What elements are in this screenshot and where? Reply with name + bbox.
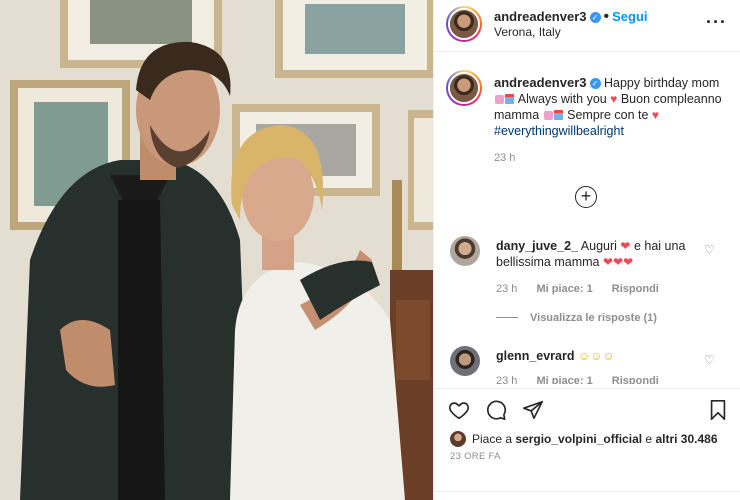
comment-2: glenn_evrard ☺☺☺ xyxy=(496,348,615,364)
post-photo[interactable] xyxy=(0,0,433,500)
caption: andreadenver3 ✓ Happy birthday mom Always… xyxy=(494,75,726,139)
birthday-cake-icon xyxy=(495,95,504,104)
post-location[interactable]: Verona, Italy xyxy=(494,25,561,39)
caption-time[interactable]: 23 h xyxy=(494,152,515,164)
author-avatar[interactable] xyxy=(446,6,482,42)
caption-part-4: Sempre con te xyxy=(567,108,649,122)
load-more-comments-icon[interactable]: + xyxy=(575,186,597,208)
comment-bubble-icon[interactable] xyxy=(485,399,507,421)
comment-reply-button[interactable]: Rispondi xyxy=(612,375,659,384)
view-replies-label: Visualizza le risposte (1) xyxy=(530,312,657,324)
save-bookmark-icon[interactable] xyxy=(707,399,729,421)
post-actions: Piace a sergio_volpini_official e altri … xyxy=(434,388,740,500)
caption-part-2: Always with you xyxy=(517,92,607,106)
gift-icon xyxy=(553,110,563,120)
separator-dot: • xyxy=(603,8,610,25)
heart-emoji-icon: ❤❤❤ xyxy=(602,255,634,269)
comment-avatar[interactable] xyxy=(450,346,480,376)
comment-avatar[interactable] xyxy=(450,236,480,266)
photo-illustration xyxy=(0,0,433,500)
verified-badge-icon: ✓ xyxy=(589,78,601,89)
heart-emoji-icon: ♥ xyxy=(651,108,660,122)
more-options-icon[interactable]: ··· xyxy=(706,12,727,33)
liked-by-username[interactable]: sergio_volpini_official xyxy=(515,432,642,446)
verified-badge-icon: ✓ xyxy=(589,12,601,23)
heart-emoji-icon: ♥ xyxy=(610,92,618,106)
add-comment-area[interactable] xyxy=(434,491,740,500)
posted-time[interactable]: 23 ORE FA xyxy=(450,451,501,462)
comment-username[interactable]: dany_juve_2_ xyxy=(496,239,578,253)
comment-time[interactable]: 23 h xyxy=(496,375,517,384)
view-replies-button[interactable]: Visualizza le risposte (1) xyxy=(496,312,657,324)
header-user-line: andreadenver3 ✓ • Segui xyxy=(494,8,648,26)
comment-time[interactable]: 23 h xyxy=(496,283,517,295)
comment-meta: 23 h Mi piace: 1 Rispondi xyxy=(496,283,659,295)
caption-avatar[interactable] xyxy=(446,70,482,106)
likes-others-count[interactable]: altri 30.486 xyxy=(655,432,717,446)
comment-username[interactable]: glenn_evrard xyxy=(496,349,575,363)
comment-like-icon[interactable]: ♡ xyxy=(704,353,715,367)
comment-1: dany_juve_2_ Auguri ❤ e hai una bellissi… xyxy=(496,238,706,270)
comment-likes[interactable]: Mi piace: 1 xyxy=(536,375,592,384)
follow-button[interactable]: Segui xyxy=(612,9,647,24)
like-heart-icon[interactable] xyxy=(448,399,470,421)
post-header: andreadenver3 ✓ • Segui Verona, Italy ··· xyxy=(434,0,740,52)
replies-divider xyxy=(496,317,518,318)
likes-conjunction: e xyxy=(645,432,653,446)
author-username[interactable]: andreadenver3 xyxy=(494,9,587,24)
post-panel: andreadenver3 ✓ • Segui Verona, Italy ··· a… xyxy=(433,0,740,500)
caption-part-1: Happy birthday mom xyxy=(603,76,720,90)
likes-prefix: Piace a xyxy=(472,432,513,446)
smile-emoji-icon: ☺☺☺ xyxy=(578,349,615,363)
gift-icon xyxy=(505,94,514,104)
share-send-icon[interactable] xyxy=(522,399,544,421)
liker-avatar[interactable] xyxy=(450,431,466,447)
comment-meta: 23 h Mi piace: 1 Rispondi xyxy=(496,375,659,384)
comment-likes[interactable]: Mi piace: 1 xyxy=(536,283,592,295)
caption-username[interactable]: andreadenver3 xyxy=(494,75,587,90)
comment-reply-button[interactable]: Rispondi xyxy=(612,283,659,295)
comment-like-icon[interactable]: ♡ xyxy=(704,243,715,257)
caption-hashtag[interactable]: #everythingwillbealright xyxy=(494,124,624,138)
likes-summary: Piace a sergio_volpini_official e altri … xyxy=(450,431,718,447)
birthday-cake-icon xyxy=(543,111,553,120)
comment-text: Auguri xyxy=(580,239,617,253)
heart-emoji-icon: ❤ xyxy=(620,239,631,253)
